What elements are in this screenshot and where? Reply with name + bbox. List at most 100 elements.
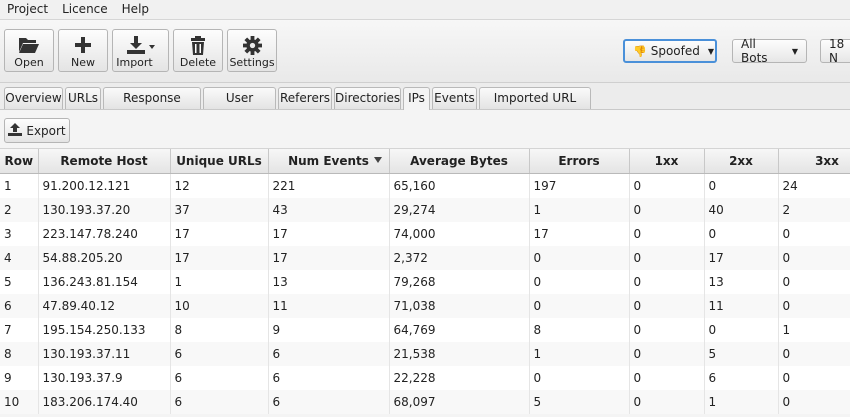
table-cell: 6 — [170, 390, 269, 414]
tab-urls[interactable]: URLs — [65, 87, 101, 109]
column-header-2xx[interactable]: 2xx — [704, 149, 779, 174]
menu-help[interactable]: Help — [115, 0, 156, 19]
table-cell: 11 — [268, 294, 390, 318]
table-cell: 17 — [704, 246, 779, 270]
table-cell: 5 — [529, 390, 630, 414]
table-cell: 1 — [704, 390, 779, 414]
table-cell: 0 — [629, 294, 705, 318]
table-cell: 6 — [170, 366, 269, 390]
table-row[interactable]: 7 195.154.250.133 8 9 64,769 8 0 0 1 — [0, 318, 850, 342]
export-label: Export — [26, 123, 66, 138]
table-cell: 6 — [170, 342, 269, 366]
table-cell: 71,038 — [389, 294, 530, 318]
table-body: 1 91.200.12.121 12 221 65,160 197 0 0 24 2 130.193… — [0, 173, 850, 414]
table-cell: 17 — [170, 222, 269, 246]
table-cell: 0 — [778, 366, 850, 390]
tab-directories[interactable]: Directories — [334, 87, 401, 109]
tab-imported-url-data[interactable]: Imported URL Data — [479, 87, 591, 126]
export-button[interactable]: Export — [4, 118, 70, 143]
date-range-dropdown[interactable]: 18 N — [820, 37, 850, 65]
new-label: New — [71, 56, 95, 69]
delete-label: Delete — [179, 56, 217, 69]
table-cell: 0 — [629, 246, 705, 270]
column-header-remote-host[interactable]: Remote Host — [38, 149, 171, 174]
column-header-1xx[interactable]: 1xx — [629, 149, 705, 174]
settings-button[interactable]: Settings — [227, 29, 277, 72]
table-cell: 8 — [529, 318, 630, 342]
table-cell: 68,097 — [389, 390, 530, 414]
tab-ips[interactable]: IPs — [403, 87, 430, 110]
tab-overview[interactable]: Overview — [4, 87, 63, 109]
table-cell: 91.200.12.121 — [38, 173, 171, 198]
table-cell: 130.193.37.11 — [38, 342, 171, 366]
tab-response-codes[interactable]: Response Codes — [103, 87, 201, 126]
tab-user-agents[interactable]: User Agents — [203, 87, 276, 126]
table-cell: 24 — [778, 173, 850, 198]
table-row[interactable]: 8 130.193.37.11 6 6 21,538 1 0 5 0 — [0, 342, 850, 366]
table-row[interactable]: 2 130.193.37.20 37 43 29,274 1 0 40 2 — [0, 198, 850, 222]
table-cell: 65,160 — [389, 173, 530, 198]
table-cell: 22,228 — [389, 366, 530, 390]
table-cell: 130.193.37.9 — [38, 366, 171, 390]
table-row[interactable]: 1 91.200.12.121 12 221 65,160 197 0 0 24 — [0, 173, 850, 198]
table-row[interactable]: 6 47.89.40.12 10 11 71,038 0 0 11 0 — [0, 294, 850, 318]
table-row[interactable]: 3 223.147.78.240 17 17 74,000 17 0 0 0 — [0, 222, 850, 246]
table-cell: 9 — [268, 318, 390, 342]
table-cell: 0 — [704, 173, 779, 198]
table-cell: 0 — [629, 198, 705, 222]
menu-licence[interactable]: Licence — [55, 0, 115, 19]
table-cell: 17 — [529, 222, 630, 246]
menu-bar: Project Licence Help — [0, 0, 850, 20]
table-cell: 0 — [778, 246, 850, 270]
table-cell: 1 — [170, 270, 269, 294]
plus-icon — [59, 30, 107, 57]
table-row[interactable]: 5 136.243.81.154 1 13 79,268 0 0 13 0 — [0, 270, 850, 294]
table-cell: 0 — [629, 318, 705, 342]
bot-filter-dropdown[interactable]: All Bots ▼ — [732, 37, 807, 65]
sort-descending-icon — [373, 157, 382, 163]
spoofed-filter-dropdown[interactable]: 👎 Spoofed ▼ — [623, 39, 717, 63]
thumbs-down-icon: 👎 — [633, 44, 647, 58]
date-range-value: 18 N — [829, 37, 845, 65]
column-header-row[interactable]: Row — [0, 149, 39, 174]
delete-button[interactable]: Delete — [173, 29, 223, 72]
table-cell: 0 — [529, 270, 630, 294]
table-cell: 6 — [268, 366, 390, 390]
chevron-down-icon: ▼ — [791, 46, 798, 56]
table-cell: 13 — [704, 270, 779, 294]
import-label: Import — [116, 56, 153, 69]
tab-referers[interactable]: Referers — [278, 87, 332, 109]
trash-icon — [174, 30, 222, 57]
table-row[interactable]: 10 183.206.174.40 6 6 68,097 5 0 1 0 — [0, 390, 850, 414]
table-cell: 47.89.40.12 — [38, 294, 171, 318]
table-cell: 29,274 — [389, 198, 530, 222]
column-header-3xx[interactable]: 3xx — [778, 149, 850, 174]
table-cell: 1 — [778, 318, 850, 342]
table-cell: 64,769 — [389, 318, 530, 342]
column-header-average-bytes[interactable]: Average Bytes — [389, 149, 530, 174]
import-button[interactable]: Import — [112, 29, 169, 72]
table-cell: 0 — [529, 366, 630, 390]
menu-project[interactable]: Project — [0, 0, 55, 19]
table-cell: 8 — [0, 342, 39, 366]
export-bar: Export — [0, 110, 850, 149]
toolbar: Open New Import Delete Settings 👎 Spoofe… — [0, 20, 850, 83]
open-button[interactable]: Open — [4, 29, 54, 72]
column-header-num-events[interactable]: Num Events — [268, 149, 390, 174]
table-cell: 3 — [0, 222, 39, 246]
spoofed-filter-value: Spoofed — [650, 44, 700, 58]
table-row[interactable]: 9 130.193.37.9 6 6 22,228 0 0 6 0 — [0, 366, 850, 390]
settings-label: Settings — [229, 56, 275, 69]
table-cell: 197 — [529, 173, 630, 198]
table-cell: 136.243.81.154 — [38, 270, 171, 294]
column-header-errors[interactable]: Errors — [529, 149, 630, 174]
table-cell: 21,538 — [389, 342, 530, 366]
tab-events[interactable]: Events — [432, 87, 477, 109]
ips-table: Row Remote Host Unique URLs Num Events A… — [0, 149, 850, 414]
table-row[interactable]: 4 54.88.205.20 17 17 2,372 0 0 17 0 — [0, 246, 850, 270]
column-header-unique-urls[interactable]: Unique URLs — [170, 149, 269, 174]
table-cell: 12 — [170, 173, 269, 198]
table-cell: 74,000 — [389, 222, 530, 246]
table-cell: 6 — [268, 342, 390, 366]
table-cell: 8 — [170, 318, 269, 342]
